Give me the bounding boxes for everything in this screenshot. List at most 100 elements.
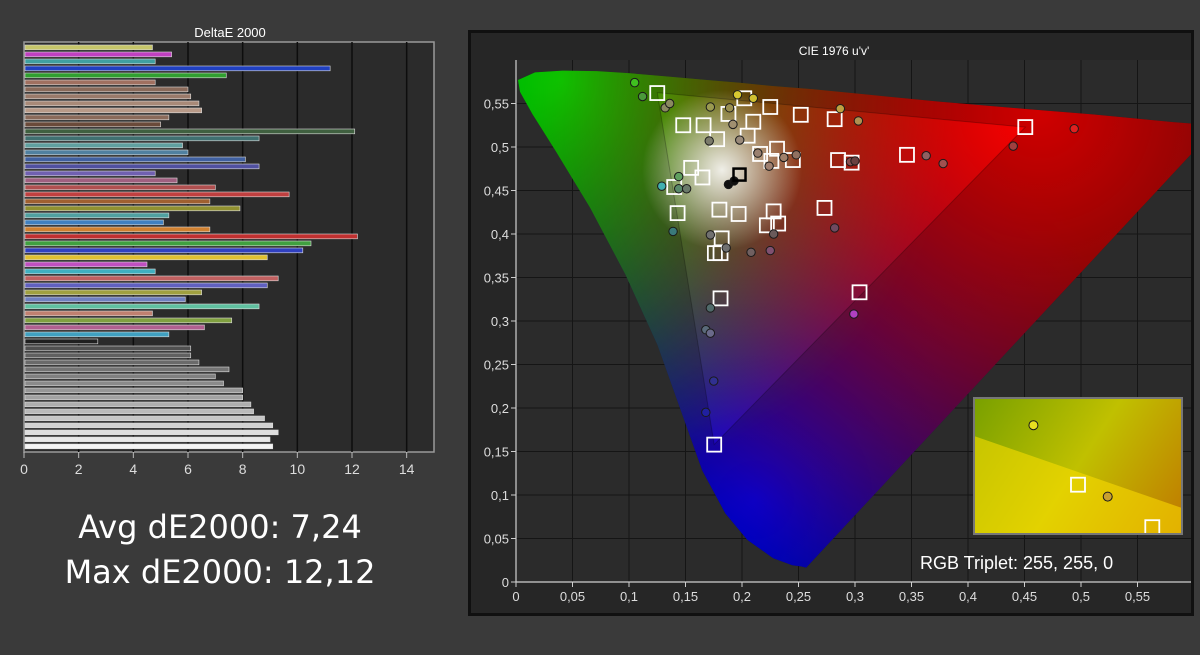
cie-x-tick-label: 0,1 <box>620 589 638 604</box>
deltae-bar <box>24 352 192 359</box>
deltae-bar <box>24 401 252 408</box>
deltae-bar <box>24 373 216 380</box>
cie-x-tick-label: 0,45 <box>1012 589 1037 604</box>
inset-measured-point <box>1028 420 1039 431</box>
deltae-bar <box>24 324 205 331</box>
measured-point <box>674 184 684 194</box>
cie-x-tick-label: 0 <box>512 589 519 604</box>
deltae-bar <box>24 282 268 289</box>
cie-x-tick-label: 0,2 <box>733 589 751 604</box>
measured-point <box>938 158 948 169</box>
deltae-bar <box>24 380 224 387</box>
measured-point <box>705 328 716 338</box>
measured-point <box>1008 141 1018 151</box>
deltae-bar <box>24 317 233 324</box>
measured-point <box>674 171 684 182</box>
deltae-bar <box>24 51 172 58</box>
deltae-bar <box>24 219 164 226</box>
cie-x-tick-label: 0,15 <box>673 589 698 604</box>
measured-point <box>705 230 716 240</box>
deltae-bar <box>24 394 243 401</box>
deltae-bar <box>24 443 274 450</box>
deltae-bar <box>24 184 216 191</box>
inset-measured-point <box>1102 491 1113 502</box>
cie-y-tick-label: 0,35 <box>484 271 509 286</box>
measured-point <box>732 90 743 100</box>
deltae-bar <box>24 387 243 394</box>
deltae-bar <box>24 149 189 156</box>
deltae-chart-title: DeltaE 2000 <box>194 25 266 40</box>
measured-point <box>705 102 716 112</box>
cie-y-tick-label: 0,15 <box>484 445 509 460</box>
rgb-triplet-readout: RGB Triplet: 255, 255, 0 <box>920 553 1113 573</box>
cie-x-tick-label: 0,3 <box>846 589 864 604</box>
deltae-bar <box>24 296 186 303</box>
avg-de2000-label: Avg dE2000: 7,24 <box>78 508 362 546</box>
deltae-bar <box>24 261 148 268</box>
deltae-x-tick-label: 6 <box>184 461 192 477</box>
measured-point <box>668 226 678 237</box>
measured-point <box>791 150 801 160</box>
deltae-x-tick-label: 8 <box>239 461 247 477</box>
cie-chart-title: CIE 1976 u'v' <box>799 44 870 58</box>
measured-point <box>705 303 716 313</box>
deltae-bar <box>24 345 192 352</box>
deltae-bar <box>24 359 200 366</box>
deltae-bar <box>24 247 304 254</box>
deltae-bar <box>24 212 170 219</box>
cie-y-tick-label: 0 <box>502 575 509 590</box>
cie-chart-panel: CIE 1976 u'v' 0 0,05 0,1 0,15 0,2 0,25 0… <box>468 30 1194 616</box>
deltae-bar <box>24 408 254 415</box>
deltae-bar <box>24 177 178 184</box>
measured-point <box>765 245 775 256</box>
max-de2000-label: Max dE2000: 12,12 <box>64 553 376 591</box>
deltae-bar <box>24 254 268 261</box>
cie-x-tick-label: 0,4 <box>959 589 977 604</box>
deltae-x-tick-label: 0 <box>20 461 28 477</box>
deltae-x-tick-label: 2 <box>75 461 83 477</box>
deltae-bar <box>24 205 241 212</box>
deltae-bar <box>24 415 265 422</box>
measured-point <box>629 77 640 88</box>
deltae-bar <box>24 429 279 436</box>
cie-y-tick-label: 0,5 <box>491 140 509 155</box>
measured-point <box>657 181 667 191</box>
cie-1976-chart: CIE 1976 u'v' 00,050,10,150,20,250,30,35… <box>484 44 1191 604</box>
cie-y-tick-label: 0,4 <box>491 227 509 242</box>
deltae-bar <box>24 128 356 135</box>
deltae-bar <box>24 268 156 275</box>
deltae-bar <box>24 436 271 443</box>
deltae-bar <box>24 93 192 100</box>
measured-point <box>748 93 758 103</box>
measured-point <box>681 184 692 194</box>
deltae-bar <box>24 142 183 149</box>
cie-x-tick-label: 0,25 <box>786 589 811 604</box>
measured-point <box>728 119 738 130</box>
measured-point <box>921 151 931 161</box>
deltae-x-tick-label: 12 <box>344 461 360 477</box>
deltae-bar <box>24 100 200 107</box>
deltae-bar <box>24 121 161 128</box>
measured-point <box>849 309 859 319</box>
deltae-bar <box>24 338 99 345</box>
deltae-bar <box>24 79 156 86</box>
cie-y-tick-label: 0,05 <box>484 532 509 547</box>
measured-point <box>664 98 675 109</box>
measured-point <box>853 116 864 126</box>
stats-summary: Avg dE2000: 7,24 Max dE2000: 12,12 <box>0 505 440 595</box>
deltae-bar <box>24 331 170 338</box>
cie-x-tick-label: 0,5 <box>1072 589 1090 604</box>
deltae-bar <box>24 310 153 317</box>
measured-point <box>1069 124 1079 134</box>
cie-y-tick-label: 0,3 <box>491 314 509 329</box>
measured-point <box>721 243 731 253</box>
measured-point <box>753 148 763 158</box>
measured-point <box>829 223 840 233</box>
cie-y-tick-label: 0,55 <box>484 97 509 112</box>
deltae-bar <box>24 156 246 163</box>
deltae-bar <box>24 65 331 72</box>
deltae-x-axis: 0 2 4 6 8 10 12 14 <box>20 452 415 477</box>
cie-x-tick-label: 0,55 <box>1125 589 1150 604</box>
deltae-x-tick-label: 14 <box>399 461 415 477</box>
deltae-bar <box>24 135 260 142</box>
